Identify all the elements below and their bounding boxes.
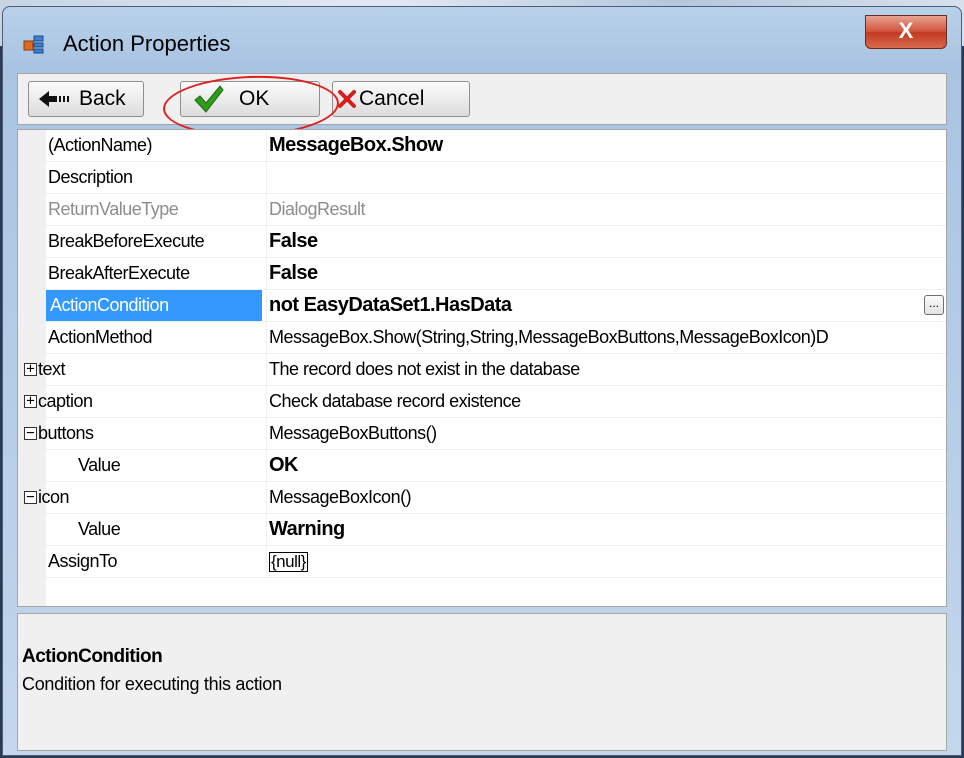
property-value: MessageBoxButtons() (266, 418, 946, 449)
toolbar: Back OK Cancel (17, 72, 947, 140)
property-row-description[interactable]: Description (18, 162, 946, 194)
property-value[interactable]: False (266, 258, 946, 289)
property-value[interactable]: The record does not exist in the databas… (266, 354, 946, 385)
properties-window-icon (23, 33, 45, 55)
cancel-label: Cancel (359, 87, 425, 110)
help-title: ActionCondition (22, 646, 163, 667)
action-properties-dialog: Action Properties X Back OK Cancel (Acti… (2, 6, 962, 756)
property-value[interactable]: MessageBox.Show(String,String,MessageBox… (266, 322, 946, 353)
expand-icon[interactable]: + (24, 362, 37, 376)
back-button[interactable]: Back (28, 81, 144, 117)
property-row-actioncondition[interactable]: ActionCondition not EasyDataSet1.HasData… (18, 290, 946, 322)
property-row-icon-value[interactable]: Value Warning (18, 514, 946, 546)
property-row-text[interactable]: + text The record does not exist in the … (18, 354, 946, 386)
property-name: ActionMethod (48, 327, 153, 347)
property-value[interactable]: {null} (266, 546, 946, 577)
property-row-buttons[interactable]: − buttons MessageBoxButtons() (18, 418, 946, 450)
property-name: caption (38, 391, 93, 411)
title-bar: Action Properties X (3, 7, 961, 77)
property-value[interactable]: Check database record existence (266, 386, 946, 417)
property-name: Description (48, 167, 133, 187)
property-row-buttons-value[interactable]: Value OK (18, 450, 946, 482)
property-name: AssignTo (48, 551, 118, 571)
property-row-assignto[interactable]: AssignTo {null} (18, 546, 946, 578)
close-button[interactable]: X (865, 15, 947, 49)
property-value[interactable] (266, 162, 946, 193)
help-description: Condition for executing this action (22, 674, 282, 694)
property-name: BreakBeforeExecute (48, 231, 205, 251)
back-label: Back (79, 87, 126, 110)
property-row-breakafterexecute[interactable]: BreakAfterExecute False (18, 258, 946, 290)
property-value[interactable]: MessageBox.Show (266, 130, 946, 161)
close-icon: X (898, 18, 914, 43)
property-row-icon[interactable]: − icon MessageBoxIcon() (18, 482, 946, 514)
collapse-icon[interactable]: − (24, 490, 37, 504)
property-value[interactable]: Warning (266, 514, 946, 545)
property-name: BreakAfterExecute (48, 263, 190, 283)
help-pane: ActionCondition Condition for executing … (17, 613, 947, 751)
property-name: Value (78, 455, 121, 475)
property-name: icon (38, 487, 70, 507)
property-row-caption[interactable]: + caption Check database record existenc… (18, 386, 946, 418)
property-name: buttons (38, 423, 94, 443)
property-value: DialogResult (266, 194, 946, 225)
collapse-icon[interactable]: − (24, 426, 37, 440)
red-x-icon (337, 89, 357, 109)
property-row-actionname[interactable]: (ActionName) MessageBox.Show (18, 130, 946, 162)
cancel-button[interactable]: Cancel (332, 81, 470, 117)
property-name: ReturnValueType (48, 199, 179, 219)
property-name: (ActionName) (48, 135, 153, 155)
property-value[interactable]: OK (266, 450, 946, 481)
property-row-breakbeforeexecute[interactable]: BreakBeforeExecute False (18, 226, 946, 258)
ellipsis-button[interactable]: ... (924, 295, 944, 315)
property-row-actionmethod[interactable]: ActionMethod MessageBox.Show(String,Stri… (18, 322, 946, 354)
property-grid: (ActionName) MessageBox.Show Description… (17, 129, 947, 607)
property-name: Value (78, 519, 121, 539)
property-name: text (38, 359, 66, 379)
expand-icon[interactable]: + (24, 394, 37, 408)
property-name-selected: ActionCondition (46, 290, 262, 321)
property-value: MessageBoxIcon() (266, 482, 946, 513)
property-row-returnvaluetype[interactable]: ReturnValueType DialogResult (18, 194, 946, 226)
window-title: Action Properties (63, 31, 231, 56)
property-value[interactable]: not EasyDataSet1.HasData (266, 290, 946, 321)
null-value-box[interactable]: {null} (269, 552, 308, 572)
property-value[interactable]: False (266, 226, 946, 257)
back-arrow-icon (37, 89, 71, 109)
